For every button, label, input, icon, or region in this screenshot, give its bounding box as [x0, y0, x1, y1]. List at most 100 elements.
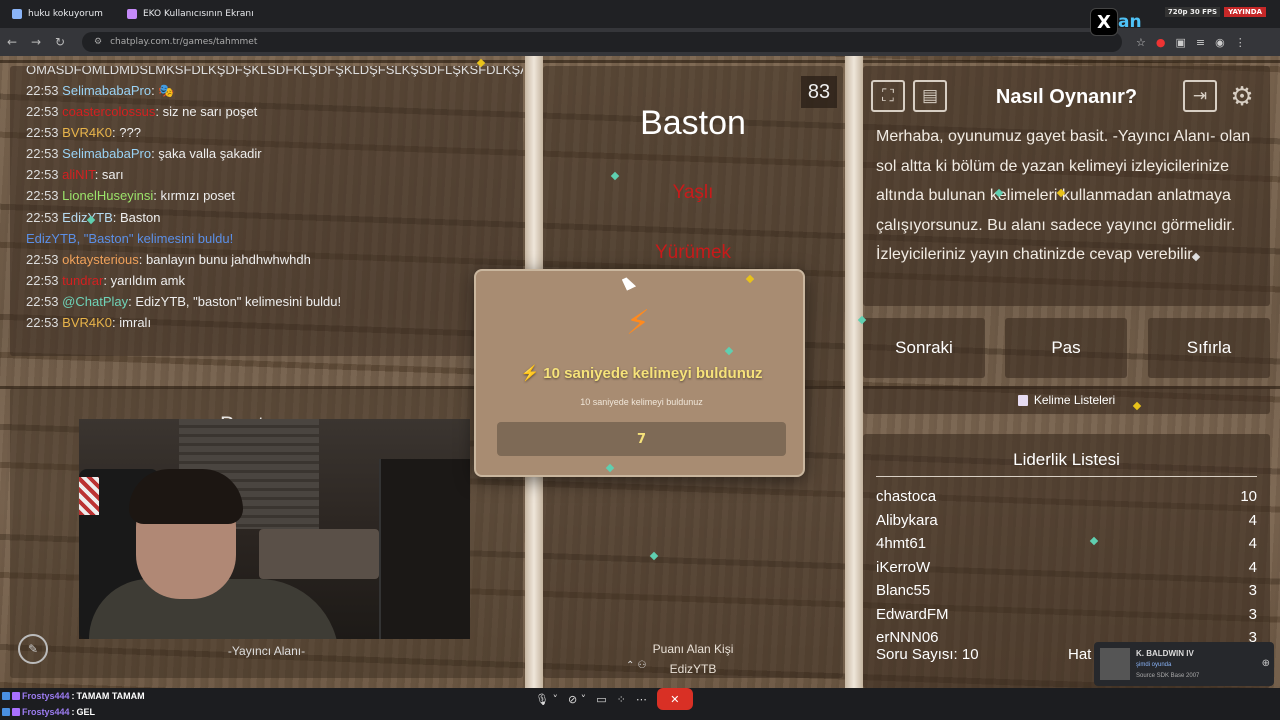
stream-badges: 720p 30 FPS YAYINDA	[1164, 7, 1266, 17]
chat-time: 22:53	[26, 315, 59, 331]
profile-icon[interactable]: ◉	[1215, 36, 1225, 49]
webcam-wardrobe	[379, 459, 470, 639]
tab-favicon-icon	[126, 9, 137, 19]
leaderboard-name: EdwardFM	[876, 605, 949, 623]
chat-panel: OMASDFOMLDMDSLMKSFDLKŞDFŞKLSDFKLŞDFŞKLDŞ…	[10, 66, 523, 356]
chat-system-text: EdizYTB, "Baston" kelimesini buldu!	[26, 230, 234, 246]
menu-icon[interactable]: ⋮	[1235, 36, 1246, 49]
logo-suffix: an	[1118, 12, 1142, 32]
leaderboard-title: Liderlik Listesi	[1013, 450, 1120, 469]
leaderboard-row: chastoca 10	[876, 488, 1257, 511]
chat-username[interactable]: tundrar	[62, 273, 103, 288]
fps-badge: 720p 30 FPS	[1164, 7, 1221, 17]
url-field[interactable]: ⚙ chatplay.com.tr/games/tahmmet	[82, 32, 1122, 52]
chat-message: 22:53 LionelHuseyinsi: kırmızı poset	[26, 185, 523, 206]
chat-message: 22:53 tundrar: yarıldım amk	[26, 270, 523, 291]
next-button[interactable]: Sonraki	[863, 318, 985, 378]
webcam-person-hair	[129, 469, 243, 524]
howto-panel: ⛶ ▤ ⇥ ⚙ Nasıl Oynanır? Merhaba, oyunumuz…	[863, 66, 1270, 306]
forward-icon[interactable]: →	[24, 35, 48, 49]
badge-icon	[12, 708, 20, 716]
chat-text: banlayın bunu jahdhwhwhdh	[146, 251, 311, 267]
chat-username[interactable]: BVR4K0	[62, 315, 112, 330]
leaderboard-row: Alibykara 4	[876, 512, 1257, 535]
chat-username[interactable]: coastercolossus	[62, 104, 155, 119]
overlay-chat-sep: :	[71, 691, 75, 701]
queue-icon[interactable]: ≡	[1196, 36, 1205, 49]
tab-favicon-icon	[12, 9, 22, 19]
microphone-icon[interactable]: 🎙 ˅	[535, 693, 558, 706]
chat-message: 22:53 coastercolossus: siz ne sarı poşet	[26, 101, 523, 122]
chat-message: 22:53 SelimababaPro: 🎭	[26, 80, 523, 101]
hang-up-icon[interactable]: ✕	[656, 688, 693, 710]
forbidden-word: Yaşlı	[672, 182, 714, 203]
overlay-chat: Frostys444 : TAMAM TAMAM Frostys444 : GE…	[2, 688, 145, 720]
overlay-chat-line: Frostys444 : GEL	[2, 704, 145, 720]
chat-username[interactable]: oktaysterious	[62, 252, 139, 267]
tab-label: huku kokuyorum	[28, 9, 103, 19]
back-icon[interactable]: ←	[0, 35, 24, 49]
tab-huku[interactable]: huku kokuyorum	[0, 0, 115, 28]
present-icon[interactable]: ▭	[596, 693, 606, 706]
question-count: Soru Sayısı: 10	[876, 646, 979, 663]
leaderboard-score: 3	[1248, 605, 1257, 623]
more-icon[interactable]: ⋯	[636, 693, 647, 706]
bookmark-star-icon[interactable]: ☆	[1136, 36, 1146, 49]
extension-icon[interactable]: ▣	[1175, 36, 1185, 49]
chat-sep: :	[112, 209, 120, 225]
chat-text: imralı	[119, 315, 152, 331]
overlay-chat-user: Frostys444	[22, 707, 70, 717]
reload-icon[interactable]: ↻	[48, 35, 72, 49]
chat-username[interactable]: @ChatPlay	[62, 294, 128, 309]
chat-text: Baston	[119, 209, 161, 225]
forbidden-word: Yürümek	[654, 242, 732, 263]
chat-message: 22:53 BVR4K0: imralı	[26, 312, 523, 333]
chat-sep: :	[103, 272, 111, 288]
chat-message: 22:53 aliNIT: sarı	[26, 164, 523, 185]
chat-time: 22:53	[26, 251, 59, 267]
game-notification[interactable]: K. BALDWIN IV şimdi oyunda Source SDK Ba…	[1094, 642, 1274, 686]
chat-username[interactable]: SelimababaPro	[62, 83, 151, 98]
chat-message: 22:53 oktaysterious: banlayın bunu jahdh…	[26, 249, 523, 270]
chat-list: 22:53 SelimababaPro: 🎭 22:53 coastercolos…	[26, 80, 523, 333]
url-text: chatplay.com.tr/games/tahmmet	[110, 37, 258, 47]
overlay-chat-user: Frostys444	[22, 691, 70, 701]
chat-time: 22:53	[26, 293, 59, 309]
chat-text: şaka valla şakadir	[158, 146, 262, 162]
howto-text: Merhaba, oyunumuz gayet basit. -Yayıncı …	[876, 128, 1251, 264]
word-lists-button[interactable]: Kelime Listeleri	[863, 386, 1270, 414]
toggle-panel-icon[interactable]: ⌃ ⚇	[626, 660, 647, 671]
leaderboard-footer-right: Hat	[1068, 646, 1092, 663]
chat-username[interactable]: LionelHuseyinsi	[62, 188, 153, 203]
x-logo-icon: X	[1090, 8, 1118, 36]
reset-button[interactable]: Sıfırla	[1148, 318, 1270, 378]
overlay-chat-sep: :	[71, 707, 75, 717]
pass-button[interactable]: Pas	[1005, 318, 1127, 378]
overlay-chat-text: GEL	[76, 707, 96, 717]
chat-username[interactable]: BVR4K0	[62, 125, 112, 140]
site-info-icon[interactable]: ⚙	[94, 37, 102, 47]
apps-icon[interactable]: ⁘	[617, 693, 626, 706]
badge-icon	[2, 692, 10, 700]
chat-time: 22:53	[26, 104, 59, 120]
zoom-icon[interactable]: ⊕	[1262, 658, 1270, 669]
opera-icon[interactable]: ●	[1156, 36, 1166, 49]
leaderboard-score: 3	[1248, 582, 1257, 599]
chat-sep: :	[138, 251, 146, 267]
secret-word: Baston	[640, 104, 746, 142]
leaderboard-score: 4	[1248, 535, 1257, 552]
chat-overflow-line: OMASDFOMLDMDSLMKSFDLKŞDFŞKLSDFKLŞDFŞKLDŞ…	[26, 66, 523, 77]
leaderboard-score: 10	[1240, 488, 1257, 505]
chat-time: 22:53	[26, 188, 59, 204]
chat-username[interactable]: aliNIT	[62, 167, 95, 182]
chat-sep: :	[155, 104, 163, 120]
overlay-chat-text: TAMAM TAMAM	[76, 691, 145, 701]
tab-eko[interactable]: EKO Kullanıcısının Ekranı	[115, 0, 266, 28]
camera-off-icon[interactable]: ⊘ ˅	[568, 693, 586, 706]
chat-time: 22:53	[26, 272, 59, 288]
badge-icon	[2, 708, 10, 716]
list-icon	[1017, 394, 1028, 406]
chat-username[interactable]: SelimababaPro	[62, 146, 151, 161]
chat-sep: :	[94, 167, 102, 183]
chat-username[interactable]: EdizYTB	[62, 210, 113, 225]
